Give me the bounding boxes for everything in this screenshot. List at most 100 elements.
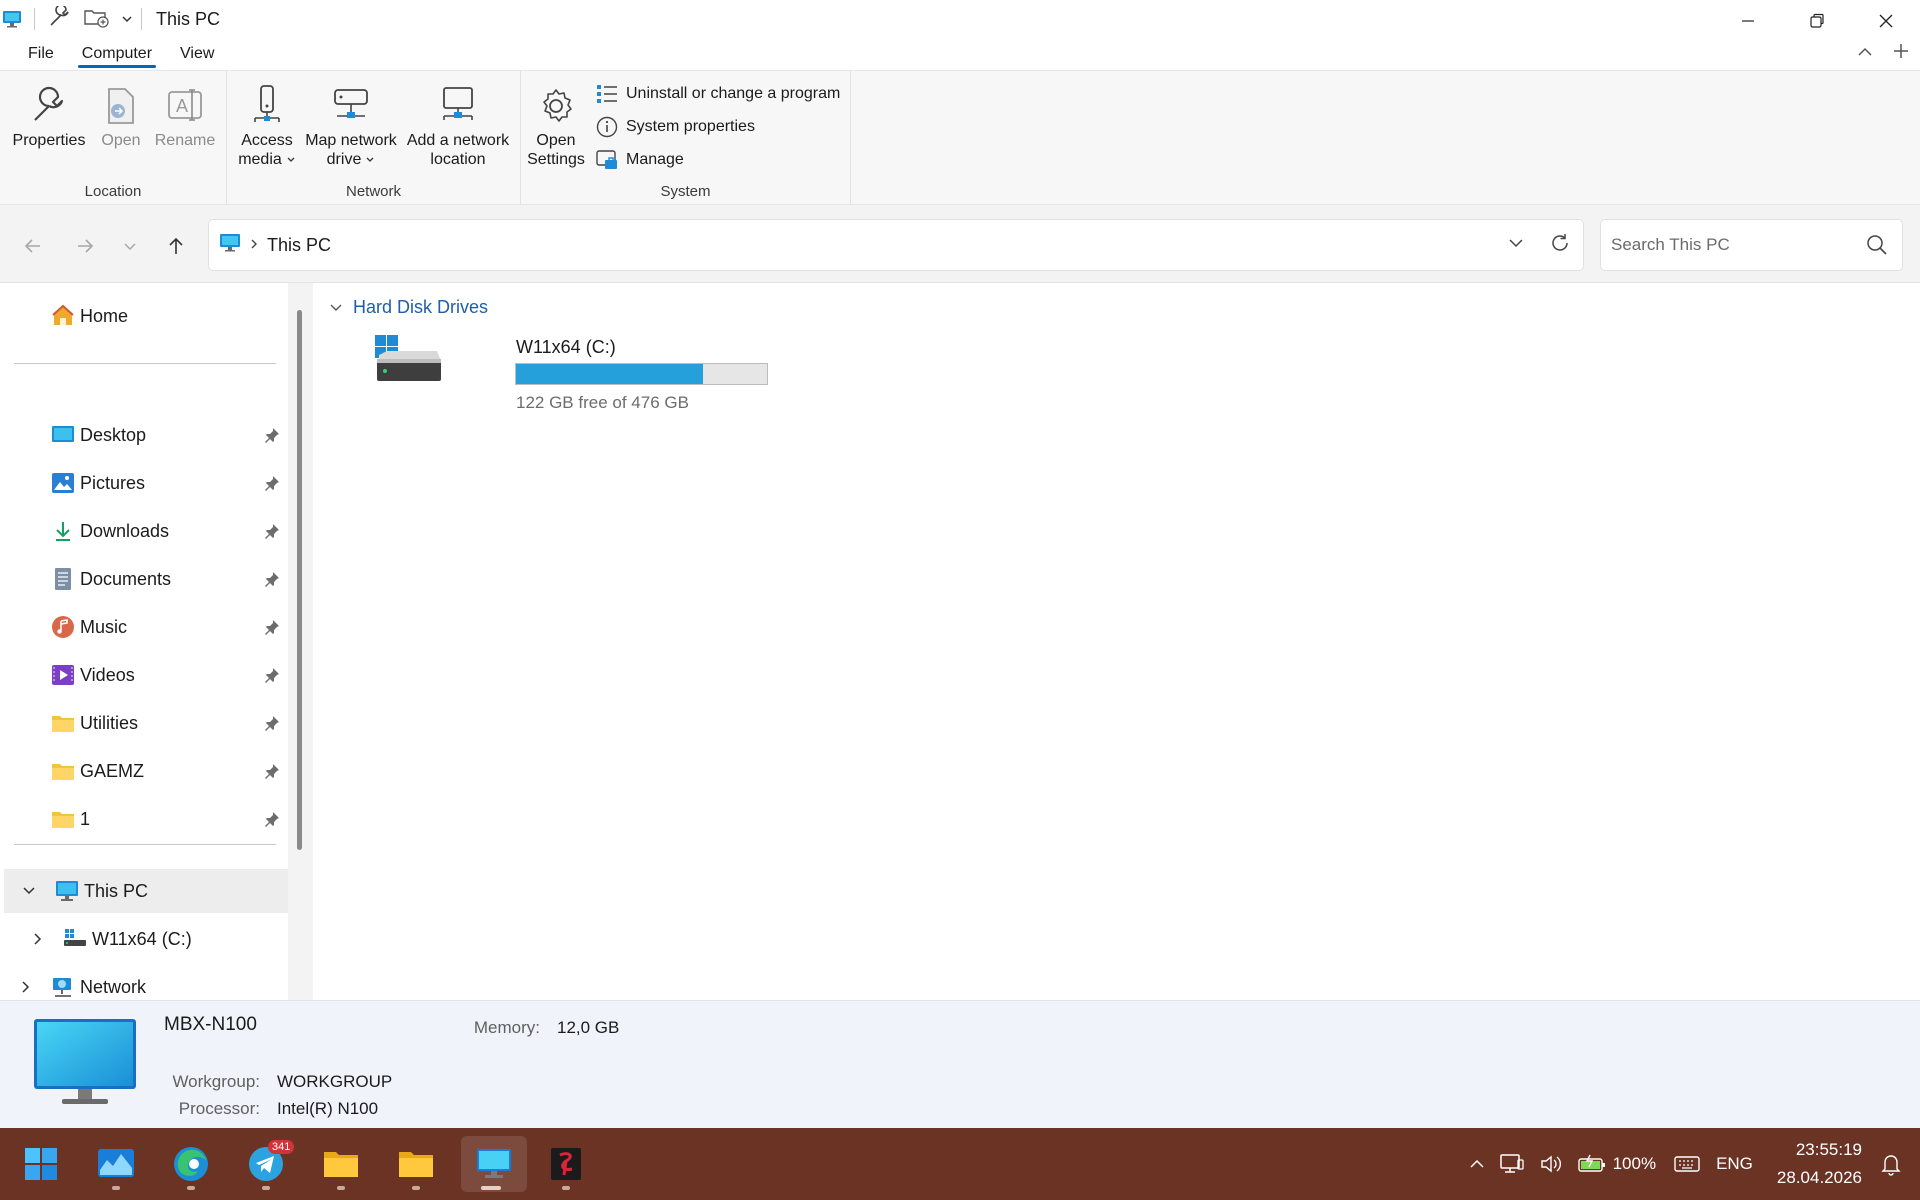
expand-chevron-down-icon[interactable] (18, 886, 40, 896)
sidebar-item-documents[interactable]: Documents (0, 557, 285, 601)
refresh-icon[interactable] (1549, 232, 1571, 259)
taskbar-app-this-pc[interactable] (461, 1136, 527, 1192)
open-button[interactable]: Open (96, 81, 146, 150)
new-folder-quick-icon[interactable] (83, 6, 111, 33)
window-controls (1713, 0, 1920, 42)
clock[interactable]: 23:55:19 28.04.2026 (1777, 1136, 1862, 1192)
sidebar-item-this-pc[interactable]: This PC (4, 869, 288, 913)
pin-icon[interactable] (264, 427, 280, 443)
volume-icon[interactable] (1539, 1153, 1563, 1175)
sidebar-item-downloads[interactable]: Downloads (0, 509, 285, 553)
wrench-icon (10, 81, 88, 131)
battery-icon[interactable] (1577, 1153, 1607, 1175)
processor-value: Intel(R) N100 (277, 1099, 379, 1118)
taskbar-app-edge[interactable] (161, 1136, 221, 1192)
group-label-system: System (660, 183, 711, 200)
notifications-bell-icon[interactable] (1880, 1152, 1902, 1176)
battery-percent: 100% (1612, 1154, 1657, 1173)
group-header-hard-disk-drives[interactable]: Hard Disk Drives (329, 297, 488, 318)
sidebar-item-pictures[interactable]: Pictures (0, 461, 285, 505)
sidebar-item-label: This PC (84, 880, 149, 901)
pin-icon[interactable] (264, 763, 280, 779)
pin-icon[interactable] (264, 619, 280, 635)
sidebar-item-desktop[interactable]: Desktop (0, 413, 285, 457)
network-status-icon[interactable] (1499, 1152, 1525, 1176)
search-box[interactable] (1600, 219, 1903, 271)
show-hidden-icons-chevron-icon[interactable] (1469, 1158, 1485, 1170)
svg-text:A: A (176, 96, 188, 116)
taskbar-app-monitor[interactable] (86, 1136, 146, 1192)
back-button[interactable] (18, 231, 48, 261)
taskbar: 341 100% ENG 23:55:19 28.04.2026 (0, 1128, 1920, 1200)
close-button[interactable] (1851, 0, 1920, 42)
restore-icon (1809, 13, 1824, 28)
tab-computer[interactable]: Computer (68, 38, 166, 70)
search-icon[interactable] (1866, 234, 1888, 261)
sidebar-item-network[interactable]: Network (0, 965, 285, 1000)
expand-chevron-right-icon[interactable] (16, 980, 36, 994)
pin-icon[interactable] (264, 523, 280, 539)
system-properties-button[interactable]: System properties (596, 116, 755, 138)
uninstall-label: Uninstall or change a program (626, 85, 841, 102)
sidebar-scrollbar[interactable] (297, 310, 302, 850)
workgroup-label: Workgroup: (172, 1072, 260, 1091)
sidebar-item-videos[interactable]: Videos (0, 653, 285, 697)
sidebar-item-music[interactable]: Music (0, 605, 285, 649)
input-language[interactable]: ENG (1716, 1154, 1753, 1174)
manage-button[interactable]: Manage (596, 149, 684, 171)
collapse-ribbon-icon[interactable] (1856, 44, 1874, 64)
properties-button[interactable]: Properties (10, 81, 88, 150)
taskbar-app-file-explorer[interactable] (311, 1136, 371, 1192)
pin-icon[interactable] (264, 475, 280, 491)
pin-icon[interactable] (264, 811, 280, 827)
title-bar: This PC (0, 0, 1920, 38)
recent-locations-button[interactable] (115, 231, 145, 261)
properties-quick-icon[interactable] (47, 3, 73, 33)
running-indicator (412, 1186, 420, 1190)
add-network-location-button[interactable]: Add a network location (403, 81, 513, 169)
access-media-button[interactable]: Access media (235, 81, 299, 169)
new-tab-plus-icon[interactable] (1892, 42, 1910, 65)
breadcrumb-chevron-icon[interactable] (249, 235, 259, 255)
address-dropdown-icon[interactable] (1507, 234, 1525, 257)
downloads-icon (50, 518, 76, 544)
drive-free-space: 122 GB free of 476 GB (516, 393, 689, 412)
keyboard-icon[interactable] (1674, 1155, 1700, 1173)
tab-file[interactable]: File (14, 38, 68, 70)
sidebar-item-utilities[interactable]: Utilities (0, 701, 285, 745)
taskbar-app-file-explorer-2[interactable] (386, 1136, 446, 1192)
sidebar-item-gaemz[interactable]: GAEMZ (0, 749, 285, 793)
rename-button[interactable]: A Rename (152, 81, 218, 150)
pin-icon[interactable] (264, 667, 280, 683)
sidebar-item-drive-c[interactable]: W11x64 (C:) (0, 917, 285, 961)
system-properties-label: System properties (626, 118, 755, 135)
pin-icon[interactable] (264, 571, 280, 587)
uninstall-program-button[interactable]: Uninstall or change a program (596, 83, 840, 105)
taskbar-app-telegram[interactable]: 341 (236, 1136, 296, 1192)
computer-monitor-icon (32, 1017, 138, 1114)
minimize-button[interactable] (1713, 0, 1782, 42)
pin-icon[interactable] (264, 715, 280, 731)
quick-access-dropdown-icon[interactable] (121, 9, 133, 29)
restore-button[interactable] (1782, 0, 1851, 42)
open-settings-button[interactable]: Open Settings (525, 81, 587, 169)
clock-time: 23:55:19 (1795, 1140, 1862, 1159)
details-pane: MBX-N100 Memory: 12,0 GB Workgroup: WORK… (0, 1000, 1920, 1128)
search-input[interactable] (1611, 235, 1851, 255)
address-bar[interactable]: This PC (208, 219, 1584, 271)
memory-value: 12,0 GB (557, 1018, 620, 1037)
pictures-icon (50, 470, 76, 496)
sidebar-item-home[interactable]: Home (0, 294, 285, 338)
expand-chevron-right-icon[interactable] (28, 932, 48, 946)
start-button[interactable] (11, 1136, 71, 1192)
up-button[interactable] (161, 231, 191, 261)
this-pc-app-icon[interactable] (2, 10, 24, 28)
taskbar-app-game[interactable] (536, 1136, 596, 1192)
forward-button[interactable] (70, 231, 100, 261)
chevron-down-icon (124, 243, 136, 251)
breadcrumb-this-pc[interactable]: This PC (267, 235, 331, 256)
sidebar-item-1[interactable]: 1 (0, 797, 285, 841)
map-network-drive-button[interactable]: Map network drive (299, 81, 403, 169)
drive-item-c[interactable]: W11x64 (C:) 122 GB free of 476 GB (373, 333, 768, 413)
tab-view[interactable]: View (166, 38, 228, 70)
